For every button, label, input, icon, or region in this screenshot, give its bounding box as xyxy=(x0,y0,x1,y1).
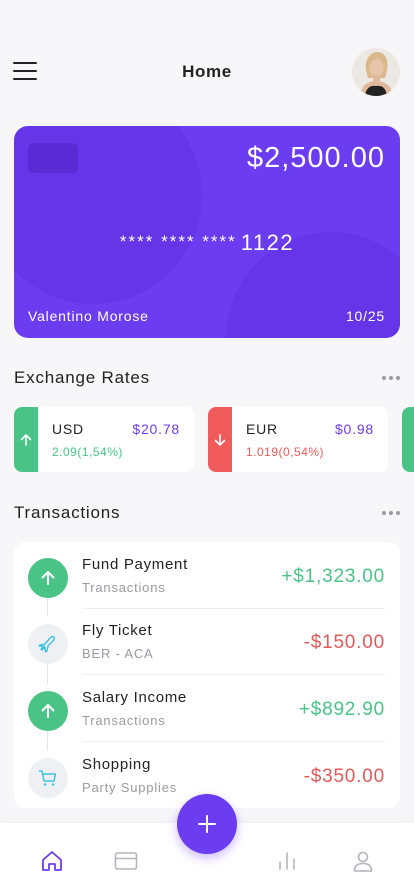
transactions-list: Fund Payment Transactions +$1,323.00 Fly… xyxy=(14,542,400,808)
plane-icon xyxy=(28,624,68,664)
exchange-more-icon[interactable] xyxy=(382,376,400,380)
transaction-row[interactable]: Salary Income Transactions +$892.90 xyxy=(14,675,400,742)
avatar[interactable] xyxy=(352,48,400,96)
header: Home xyxy=(0,48,414,98)
card-icon[interactable] xyxy=(114,849,138,873)
transaction-name: Shopping xyxy=(82,756,151,773)
card-number-last: 1122 xyxy=(240,230,295,255)
chart-icon[interactable] xyxy=(275,849,299,873)
arrow-up-icon xyxy=(14,407,38,472)
card-number: **** **** **** 1122 xyxy=(14,230,400,256)
transactions-more-icon[interactable] xyxy=(382,511,400,515)
exchange-rates-title: Exchange Rates xyxy=(14,368,150,387)
transaction-amount: +$1,323.00 xyxy=(281,566,385,587)
add-icon xyxy=(198,815,216,833)
transaction-row[interactable]: Fund Payment Transactions +$1,323.00 xyxy=(14,542,400,609)
rate-card-next[interactable] xyxy=(402,407,414,472)
credit-card[interactable]: $2,500.00 **** **** **** 1122 Valentino M… xyxy=(14,126,400,338)
arrow-up-icon xyxy=(28,691,68,731)
card-balance: $2,500.00 xyxy=(246,142,385,174)
arrow-up-icon xyxy=(28,558,68,598)
rate-code: EUR xyxy=(246,421,278,437)
transaction-sub: BER - ACA xyxy=(82,646,154,661)
rate-card-usd[interactable]: USD $20.78 2.09(1,54%) xyxy=(14,407,194,472)
transaction-name: Salary Income xyxy=(82,689,187,706)
transaction-sub: Transactions xyxy=(82,713,166,728)
rate-change: 2.09(1,54%) xyxy=(52,445,123,459)
arrow-down-icon xyxy=(208,407,232,472)
rate-change: 1.019(0,54%) xyxy=(246,445,325,459)
rate-code: USD xyxy=(52,421,84,437)
home-icon[interactable] xyxy=(40,849,64,873)
transaction-amount: -$350.00 xyxy=(303,766,385,787)
transaction-name: Fly Ticket xyxy=(82,622,153,639)
rate-value: $0.98 xyxy=(334,421,374,437)
card-number-masked: **** **** **** xyxy=(119,232,237,251)
rate-value: $20.78 xyxy=(132,421,180,437)
transaction-sub: Party Supplies xyxy=(82,780,178,795)
transaction-sub: Transactions xyxy=(82,580,166,595)
rate-card-eur[interactable]: EUR $0.98 1.019(0,54%) xyxy=(208,407,388,472)
cart-icon xyxy=(28,758,68,798)
profile-icon[interactable] xyxy=(351,849,375,873)
transaction-amount: -$150.00 xyxy=(303,632,385,653)
transaction-amount: +$892.90 xyxy=(298,699,385,720)
card-holder: Valentino Morose xyxy=(28,308,149,324)
card-expiry: 10/25 xyxy=(345,308,385,324)
add-button[interactable] xyxy=(177,794,237,854)
transactions-title: Transactions xyxy=(14,503,121,522)
transaction-row[interactable]: Fly Ticket BER - ACA -$150.00 xyxy=(14,608,400,675)
transaction-name: Fund Payment xyxy=(82,556,188,573)
card-chip-icon xyxy=(28,143,78,173)
